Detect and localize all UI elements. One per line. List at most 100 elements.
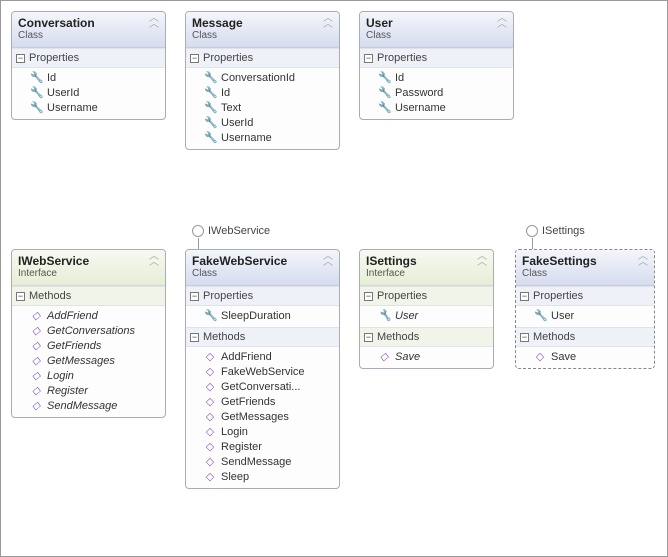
collapse-chevrons-icon[interactable]: ︿︿: [323, 16, 333, 28]
collapse-chevrons-icon[interactable]: ︿︿: [497, 16, 507, 28]
wrench-icon: 🔧: [378, 309, 390, 322]
shape-header: Message Class ︿︿: [186, 12, 339, 48]
section-properties[interactable]: − Properties: [360, 48, 513, 68]
shape-title: IWebService: [18, 254, 159, 268]
method-item[interactable]: ◇FakeWebService: [186, 364, 339, 379]
method-item[interactable]: ◇Save: [360, 349, 493, 364]
shape-title: FakeSettings: [522, 254, 648, 268]
method-item[interactable]: ◇Sleep: [186, 469, 339, 484]
property-item[interactable]: 🔧UserId: [186, 115, 339, 130]
member-list: 🔧ConversationId 🔧Id 🔧Text 🔧UserId 🔧Usern…: [186, 68, 339, 149]
shape-stereo: Class: [192, 268, 333, 279]
property-item[interactable]: 🔧Username: [360, 100, 513, 115]
minus-icon: −: [190, 333, 199, 342]
lollipop-label: IWebService: [208, 225, 270, 237]
method-item[interactable]: ◇Login: [186, 424, 339, 439]
method-item[interactable]: ◇Login: [12, 368, 165, 383]
class-fakesettings[interactable]: FakeSettings Class ︿︿ − Properties 🔧User…: [515, 249, 655, 369]
section-methods[interactable]: − Methods: [516, 327, 654, 347]
shape-title: Message: [192, 16, 333, 30]
section-methods[interactable]: − Methods: [12, 286, 165, 306]
property-item[interactable]: 🔧User: [360, 308, 493, 323]
member-list: 🔧User: [360, 306, 493, 327]
member-list: 🔧Id 🔧UserId 🔧Username: [12, 68, 165, 119]
property-item[interactable]: 🔧Text: [186, 100, 339, 115]
method-item[interactable]: ◇GetMessages: [12, 353, 165, 368]
method-icon: ◇: [204, 455, 216, 468]
section-label: Methods: [377, 331, 419, 343]
method-icon: ◇: [204, 350, 216, 363]
shape-header: Conversation Class ︿︿: [12, 12, 165, 48]
method-icon: ◇: [30, 384, 42, 397]
member-list: 🔧User: [516, 306, 654, 327]
method-item[interactable]: ◇Save: [516, 349, 654, 364]
method-item[interactable]: ◇GetMessages: [186, 409, 339, 424]
shape-header: User Class ︿︿: [360, 12, 513, 48]
method-item[interactable]: ◇GetFriends: [186, 394, 339, 409]
property-item[interactable]: 🔧ConversationId: [186, 70, 339, 85]
section-properties[interactable]: − Properties: [516, 286, 654, 306]
shape-header: FakeSettings Class ︿︿: [516, 250, 654, 286]
property-item[interactable]: 🔧Id: [12, 70, 165, 85]
shape-stereo: Class: [366, 30, 507, 41]
member-list: ◇AddFriend ◇GetConversations ◇GetFriends…: [12, 306, 165, 417]
minus-icon: −: [364, 54, 373, 63]
minus-icon: −: [364, 333, 373, 342]
class-message[interactable]: Message Class ︿︿ − Properties 🔧Conversat…: [185, 11, 340, 150]
wrench-icon: 🔧: [30, 101, 42, 114]
member-list: ◇AddFriend ◇FakeWebService ◇GetConversat…: [186, 347, 339, 488]
section-label: Properties: [203, 52, 253, 64]
section-properties[interactable]: − Properties: [186, 286, 339, 306]
shape-stereo: Interface: [18, 268, 159, 279]
minus-icon: −: [520, 292, 529, 301]
shape-header: ISettings Interface ︿︿: [360, 250, 493, 286]
section-properties[interactable]: − Properties: [12, 48, 165, 68]
method-icon: ◇: [204, 470, 216, 483]
section-properties[interactable]: − Properties: [186, 48, 339, 68]
section-methods[interactable]: − Methods: [360, 327, 493, 347]
method-item[interactable]: ◇SendMessage: [12, 398, 165, 413]
wrench-icon: 🔧: [204, 131, 216, 144]
shape-stereo: Class: [18, 30, 159, 41]
method-item[interactable]: ◇AddFriend: [186, 349, 339, 364]
wrench-icon: 🔧: [204, 71, 216, 84]
section-label: Properties: [377, 52, 427, 64]
interface-isettings[interactable]: ISettings Interface ︿︿ − Properties 🔧Use…: [359, 249, 494, 369]
property-item[interactable]: 🔧Id: [360, 70, 513, 85]
class-conversation[interactable]: Conversation Class ︿︿ − Properties 🔧Id 🔧…: [11, 11, 166, 120]
interface-iwebservice[interactable]: IWebService Interface ︿︿ − Methods ◇AddF…: [11, 249, 166, 418]
collapse-chevrons-icon[interactable]: ︿︿: [638, 254, 648, 266]
property-item[interactable]: 🔧User: [516, 308, 654, 323]
property-item[interactable]: 🔧UserId: [12, 85, 165, 100]
section-methods[interactable]: − Methods: [186, 327, 339, 347]
class-user[interactable]: User Class ︿︿ − Properties 🔧Id 🔧Password…: [359, 11, 514, 120]
member-list: ◇Save: [516, 347, 654, 368]
section-properties[interactable]: − Properties: [360, 286, 493, 306]
interface-ball-icon: [526, 225, 538, 237]
member-list: 🔧Id 🔧Password 🔧Username: [360, 68, 513, 119]
method-item[interactable]: ◇GetConversati...: [186, 379, 339, 394]
collapse-chevrons-icon[interactable]: ︿︿: [149, 16, 159, 28]
wrench-icon: 🔧: [204, 309, 216, 322]
wrench-icon: 🔧: [378, 71, 390, 84]
method-item[interactable]: ◇Register: [186, 439, 339, 454]
method-icon: ◇: [30, 399, 42, 412]
method-item[interactable]: ◇AddFriend: [12, 308, 165, 323]
method-item[interactable]: ◇GetFriends: [12, 338, 165, 353]
property-item[interactable]: 🔧Password: [360, 85, 513, 100]
collapse-chevrons-icon[interactable]: ︿︿: [477, 254, 487, 266]
property-item[interactable]: 🔧Id: [186, 85, 339, 100]
method-item[interactable]: ◇SendMessage: [186, 454, 339, 469]
section-label: Methods: [533, 331, 575, 343]
collapse-chevrons-icon[interactable]: ︿︿: [149, 254, 159, 266]
minus-icon: −: [16, 292, 25, 301]
property-item[interactable]: 🔧SleepDuration: [186, 308, 339, 323]
method-item[interactable]: ◇Register: [12, 383, 165, 398]
property-item[interactable]: 🔧Username: [12, 100, 165, 115]
wrench-icon: 🔧: [378, 101, 390, 114]
method-item[interactable]: ◇GetConversations: [12, 323, 165, 338]
method-icon: ◇: [204, 380, 216, 393]
property-item[interactable]: 🔧Username: [186, 130, 339, 145]
collapse-chevrons-icon[interactable]: ︿︿: [323, 254, 333, 266]
class-fakewebservice[interactable]: FakeWebService Class ︿︿ − Properties 🔧Sl…: [185, 249, 340, 489]
